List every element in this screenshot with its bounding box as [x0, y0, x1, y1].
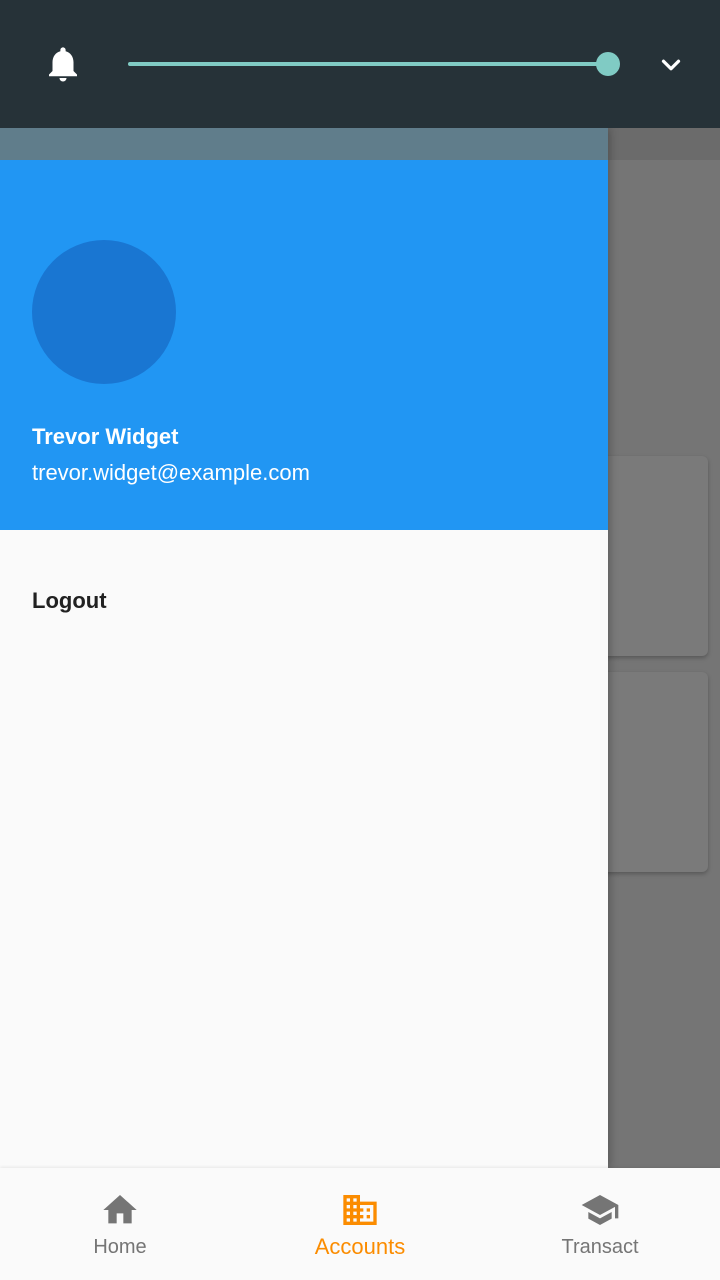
background-strip: [608, 128, 720, 160]
nav-label-home: Home: [93, 1236, 147, 1258]
home-icon: [103, 1195, 137, 1224]
drawer-status-strip: [0, 128, 608, 160]
nav-label-accounts: Accounts: [314, 1234, 406, 1259]
bell-icon[interactable]: [42, 42, 84, 86]
background-card: [592, 456, 708, 656]
background-card: [592, 672, 708, 872]
slider-thumb[interactable]: [596, 52, 620, 76]
user-email: trevor.widget@example.com: [32, 460, 310, 485]
avatar[interactable]: [32, 240, 176, 384]
drawer-header: Trevor Widget trevor.widget@example.com: [0, 160, 608, 530]
slider-track[interactable]: [128, 62, 608, 66]
chevron-down-icon[interactable]: [656, 50, 686, 80]
nav-label-transact: Transact: [561, 1236, 639, 1258]
nav-item-transact[interactable]: Transact: [480, 1168, 720, 1280]
user-name: Trevor Widget: [32, 424, 179, 449]
bottom-navigation: Home Accounts Transact: [0, 1168, 720, 1280]
top-app-bar: [0, 0, 720, 128]
school-icon: [581, 1195, 619, 1225]
logout-button[interactable]: Logout: [32, 588, 107, 614]
nav-item-home[interactable]: Home: [0, 1168, 240, 1280]
building-icon: [343, 1195, 377, 1225]
navigation-drawer: Trevor Widget trevor.widget@example.com …: [0, 128, 608, 1168]
nav-item-accounts[interactable]: Accounts: [240, 1168, 480, 1280]
